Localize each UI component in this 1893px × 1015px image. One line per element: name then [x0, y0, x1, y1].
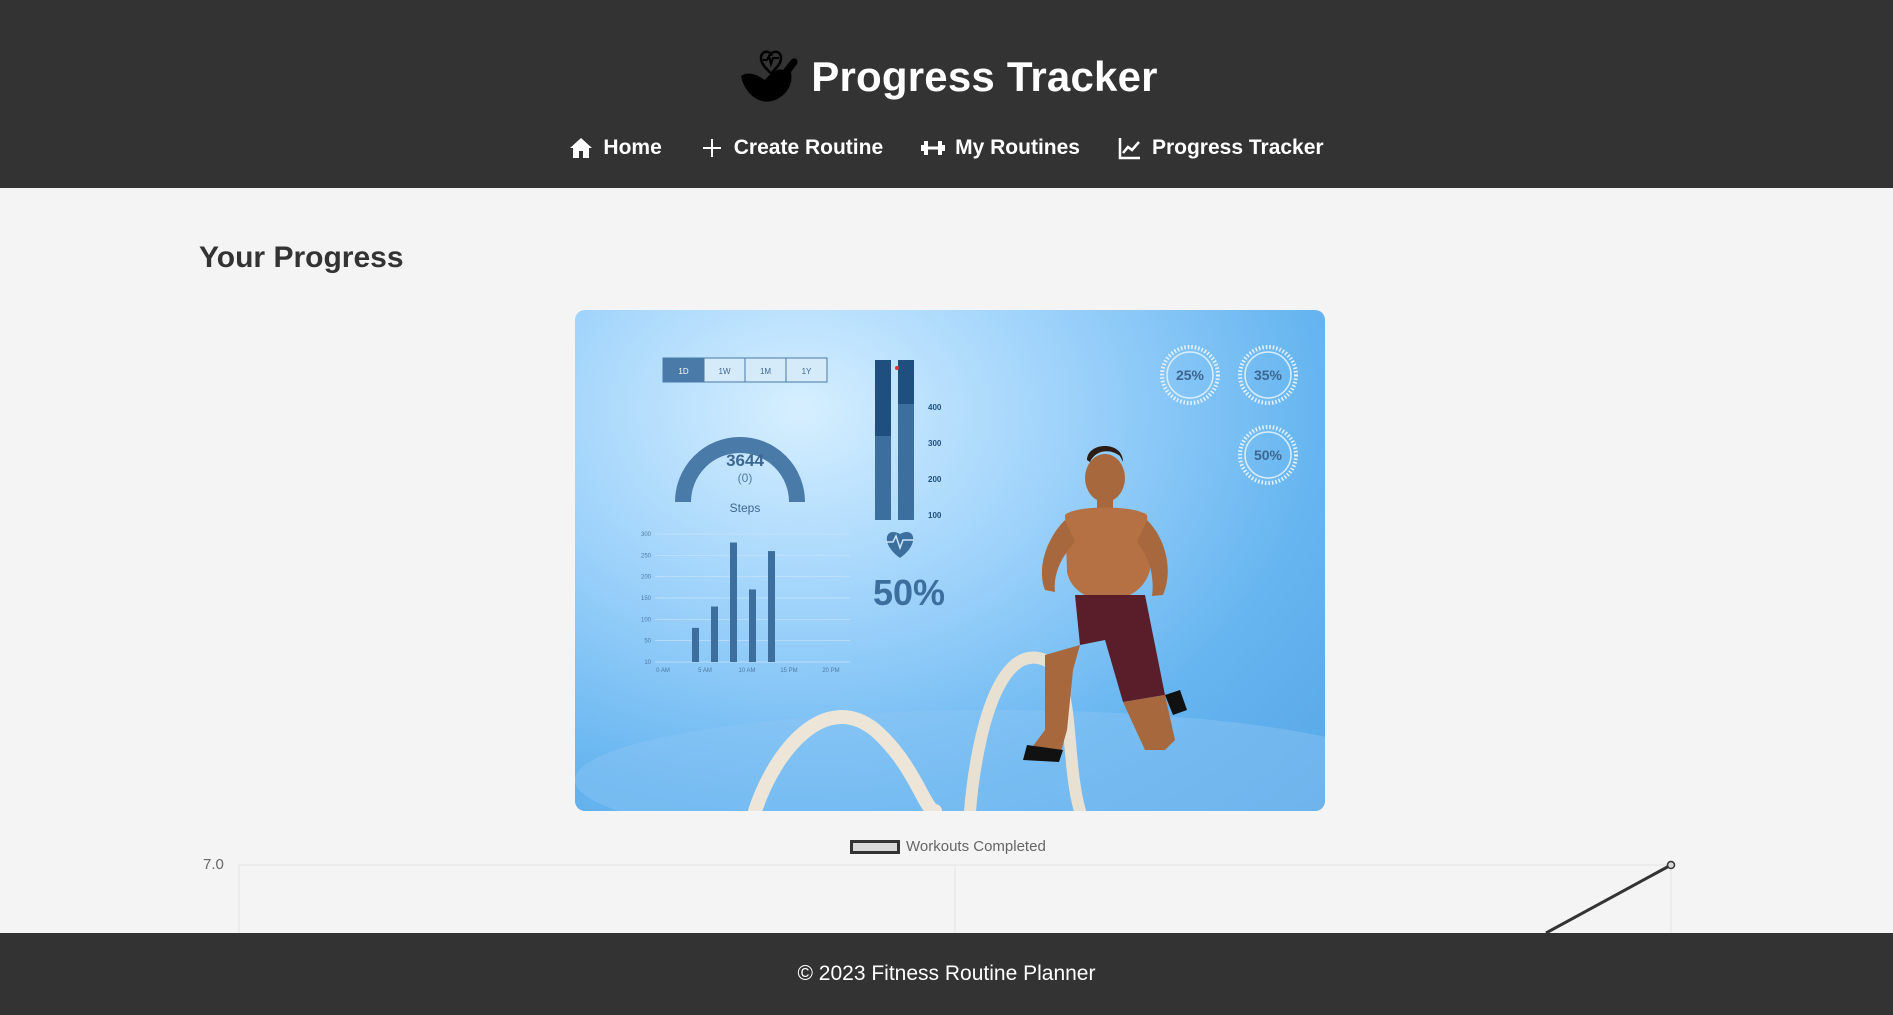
mini-bar-chart: 300 250 200 150 100 50 10 0 AM 5 AM 10 AM 15 PM 20 …: [641, 532, 850, 674]
line-chart-icon: [1118, 138, 1140, 160]
main-content: Your Progress 1D 1W 1M 1Y 3644 (0) Steps 40…: [0, 188, 1893, 933]
home-icon: [570, 138, 593, 158]
nav-create-routine-label: Create Routine: [733, 136, 884, 159]
nav-create-routine[interactable]: Create Routine: [700, 136, 883, 160]
nav-progress-tracker-label: Progress Tracker: [1151, 136, 1324, 159]
mini-y-label: 200: [641, 575, 652, 581]
scale-label: 400: [928, 403, 942, 412]
mini-y-label: 50: [644, 639, 651, 645]
scale-label: 300: [928, 439, 942, 448]
heart-percent: 50%: [873, 572, 945, 613]
progress-rings: 25% 35% 50%: [1160, 345, 1298, 485]
nav-home[interactable]: Home: [569, 136, 662, 160]
mini-x-label: 5 AM: [698, 668, 712, 674]
steps-sub: (0): [738, 471, 753, 485]
hero-illustration: 1D 1W 1M 1Y 3644 (0) Steps 400 300 200 100 50%…: [575, 345, 1325, 811]
scale-label: 200: [928, 475, 942, 484]
mini-y-label: 10: [644, 660, 651, 666]
vertical-bar-1-top: [875, 360, 891, 436]
scale-label: 100: [928, 511, 942, 520]
y-tick-label: 7.0: [203, 856, 224, 873]
dumbbell-icon: [921, 141, 946, 155]
nav-progress-tracker[interactable]: Progress Tracker: [1118, 136, 1324, 160]
flexed-arm-heart-icon: [741, 50, 798, 102]
hero-image: 1D 1W 1M 1Y 3644 (0) Steps 400 300 200 100 50%…: [575, 310, 1325, 811]
ring-label: 50%: [1254, 447, 1283, 463]
marker-dot: [895, 366, 899, 370]
bar-scale: 400 300 200 100: [928, 403, 942, 520]
mini-x-label: 10 AM: [738, 668, 755, 674]
brand: Progress Tracker: [0, 46, 1893, 108]
mini-bar: [730, 542, 737, 662]
mini-x-label: 0 AM: [656, 668, 670, 674]
mini-y-label: 100: [641, 617, 652, 623]
nav-my-routines-label: My Routines: [955, 136, 1080, 159]
plus-icon: [702, 139, 721, 157]
vertical-bar-2-top: [898, 360, 914, 404]
nav-home-label: Home: [603, 136, 662, 159]
workouts-chart: Workouts Completed 7.0: [190, 838, 1690, 933]
mini-y-label: 300: [641, 532, 652, 538]
mini-x-label: 15 PM: [780, 668, 797, 674]
steps-label: Steps: [730, 501, 761, 515]
tab-label: 1D: [678, 367, 688, 376]
tab-label: 1Y: [802, 367, 812, 376]
footer-text: © 2023 Fitness Routine Planner: [797, 962, 1096, 985]
legend-swatch: [850, 839, 900, 854]
steps-value: 3644: [726, 451, 764, 470]
tab-label: 1W: [719, 367, 731, 376]
heart-icon: [886, 532, 914, 558]
mini-y-label: 150: [641, 596, 652, 602]
mini-bar: [711, 606, 718, 662]
legend-label: Workouts Completed: [906, 838, 1046, 855]
series-line: [1545, 863, 1672, 933]
mini-x-label: 20 PM: [822, 668, 839, 674]
ring-label: 25%: [1176, 367, 1205, 383]
chart-legend[interactable]: Workouts Completed: [850, 838, 1046, 855]
mini-y-label: 250: [641, 553, 652, 559]
mini-bar: [749, 589, 756, 662]
site-title: Progress Tracker: [811, 53, 1158, 100]
tab-label: 1M: [760, 367, 771, 376]
mini-bar: [692, 627, 699, 662]
main-nav: Home Create Routine My Routines Progress…: [0, 136, 1893, 160]
page-title: Your Progress: [199, 241, 404, 274]
site-footer: © 2023 Fitness Routine Planner: [0, 933, 1893, 1015]
data-point: [1666, 860, 1676, 870]
mini-bar: [768, 551, 775, 662]
site-header: Progress Tracker Home Create Routine My …: [0, 0, 1893, 188]
nav-my-routines[interactable]: My Routines: [921, 136, 1080, 160]
time-range-tabs: 1D 1W 1M 1Y: [662, 357, 828, 383]
ring-label: 35%: [1254, 367, 1283, 383]
